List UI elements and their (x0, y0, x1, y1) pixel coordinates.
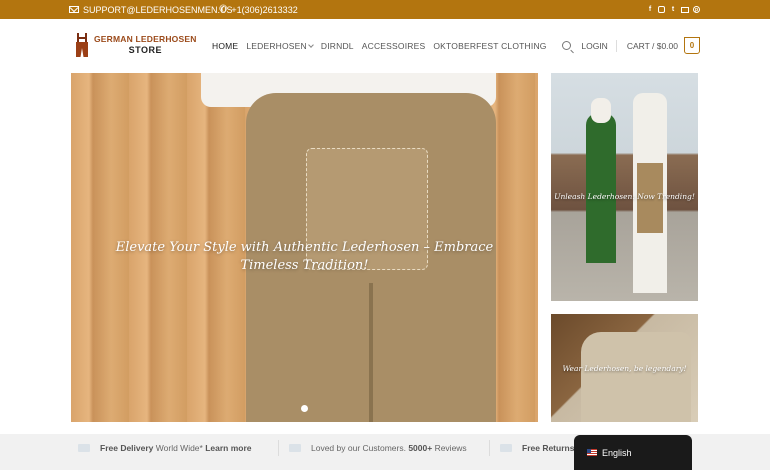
email-icon[interactable] (681, 6, 689, 13)
side-banner-trending[interactable]: Unleash Lederhosen: Now Trending! (551, 73, 698, 301)
logo-title: GERMAN LEDERHOSEN (94, 34, 197, 44)
account-nav: LOGIN CART / $0.00 0 (562, 19, 700, 72)
feature-free-delivery: Free Delivery World Wide* Learn more (78, 434, 252, 461)
main-nav: HOME LEDERHOSEN DIRNDL ACCESSOIRES OKTOB… (212, 19, 555, 72)
hero-slider[interactable]: Elevate Your Style with Authentic Lederh… (71, 73, 538, 422)
site-logo[interactable]: GERMAN LEDERHOSEN STORE (76, 33, 197, 57)
delivery-icon (78, 443, 90, 452)
site-header: GERMAN LEDERHOSEN STORE HOME LEDERHOSEN … (0, 19, 770, 72)
cart-link[interactable]: CART / $0.00 (627, 41, 678, 51)
feature-free-returns: Free Returns (500, 434, 574, 461)
social-links: f t p (646, 0, 700, 19)
phone-link[interactable]: ✆ +1(306)2613332 (219, 0, 298, 19)
side-banner-legendary[interactable]: Wear Lederhosen, be legendary! (551, 314, 698, 422)
nav-accessoires[interactable]: ACCESSOIRES (362, 41, 426, 51)
nav-lederhosen-label: LEDERHOSEN (246, 40, 307, 51)
nav-oktoberfest-clothing[interactable]: OKTOBERFEST CLOTHING (433, 41, 546, 51)
phone-text: +1(306)2613332 (231, 4, 298, 15)
hero-caption: Elevate Your Style with Authentic Lederh… (115, 240, 494, 273)
side-banner-caption: Unleash Lederhosen: Now Trending! (554, 192, 695, 201)
nav-lederhosen[interactable]: LEDERHOSEN (246, 40, 314, 51)
top-bar: SUPPORT@LEDERHOSENMEN.US ✆ +1(306)261333… (0, 0, 770, 19)
returns-icon (500, 443, 512, 452)
lederhosen-logo-icon (76, 33, 88, 57)
nav-home[interactable]: HOME (212, 41, 238, 51)
login-link[interactable]: LOGIN (581, 39, 617, 52)
nav-dirndl[interactable]: DIRNDL (321, 41, 354, 51)
reviews-icon (289, 443, 301, 452)
twitter-icon[interactable]: t (669, 6, 677, 14)
feature-reviews: Loved by our Customers. 5000+ Reviews (289, 434, 467, 461)
language-label: English (602, 447, 632, 458)
mail-icon (69, 6, 79, 13)
logo-subtitle: STORE (128, 45, 162, 55)
support-email-link[interactable]: SUPPORT@LEDERHOSENMEN.US (69, 0, 233, 19)
learn-more-link[interactable]: Learn more (205, 443, 251, 453)
language-switcher[interactable]: English (574, 435, 692, 470)
chevron-down-icon (308, 41, 314, 48)
support-email-text: SUPPORT@LEDERHOSENMEN.US (83, 4, 233, 15)
facebook-icon[interactable]: f (646, 6, 654, 14)
cart-count-badge[interactable]: 0 (684, 37, 700, 54)
phone-icon: ✆ (219, 4, 228, 15)
search-icon[interactable] (562, 41, 572, 50)
side-banner-caption: Wear Lederhosen, be legendary! (562, 364, 687, 373)
instagram-icon[interactable] (658, 6, 665, 13)
us-flag-icon (587, 449, 597, 456)
slider-dot-active[interactable] (301, 405, 308, 412)
pinterest-icon[interactable]: p (693, 6, 700, 13)
